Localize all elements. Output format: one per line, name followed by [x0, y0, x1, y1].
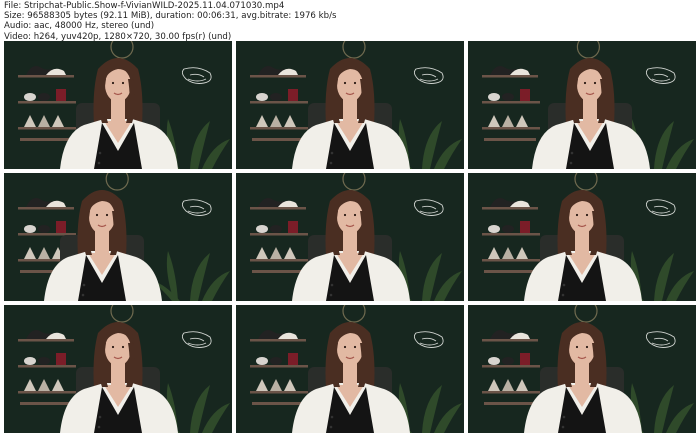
- video-thumbnail: [236, 173, 464, 301]
- video-thumbnail: [468, 173, 696, 301]
- video-thumbnail: [4, 173, 232, 301]
- video-thumbnail: [4, 305, 232, 433]
- video-thumbnail: [468, 305, 696, 433]
- video-thumbnail: [468, 41, 696, 169]
- video-thumbnail: [236, 305, 464, 433]
- audio-info-line: Audio: aac, 48000 Hz, stereo (und): [4, 21, 155, 32]
- thumbnail-grid: [4, 41, 696, 433]
- file-info-header: File: Stripchat-Public.Show-f-VivianWILD…: [4, 1, 336, 42]
- file-size-line: Size: 96588305 bytes (92.11 MiB), durati…: [4, 11, 337, 22]
- file-name-line: File: Stripchat-Public.Show-f-VivianWILD…: [4, 1, 285, 11]
- video-thumbnail: [236, 41, 464, 169]
- video-thumbnail: [4, 41, 232, 169]
